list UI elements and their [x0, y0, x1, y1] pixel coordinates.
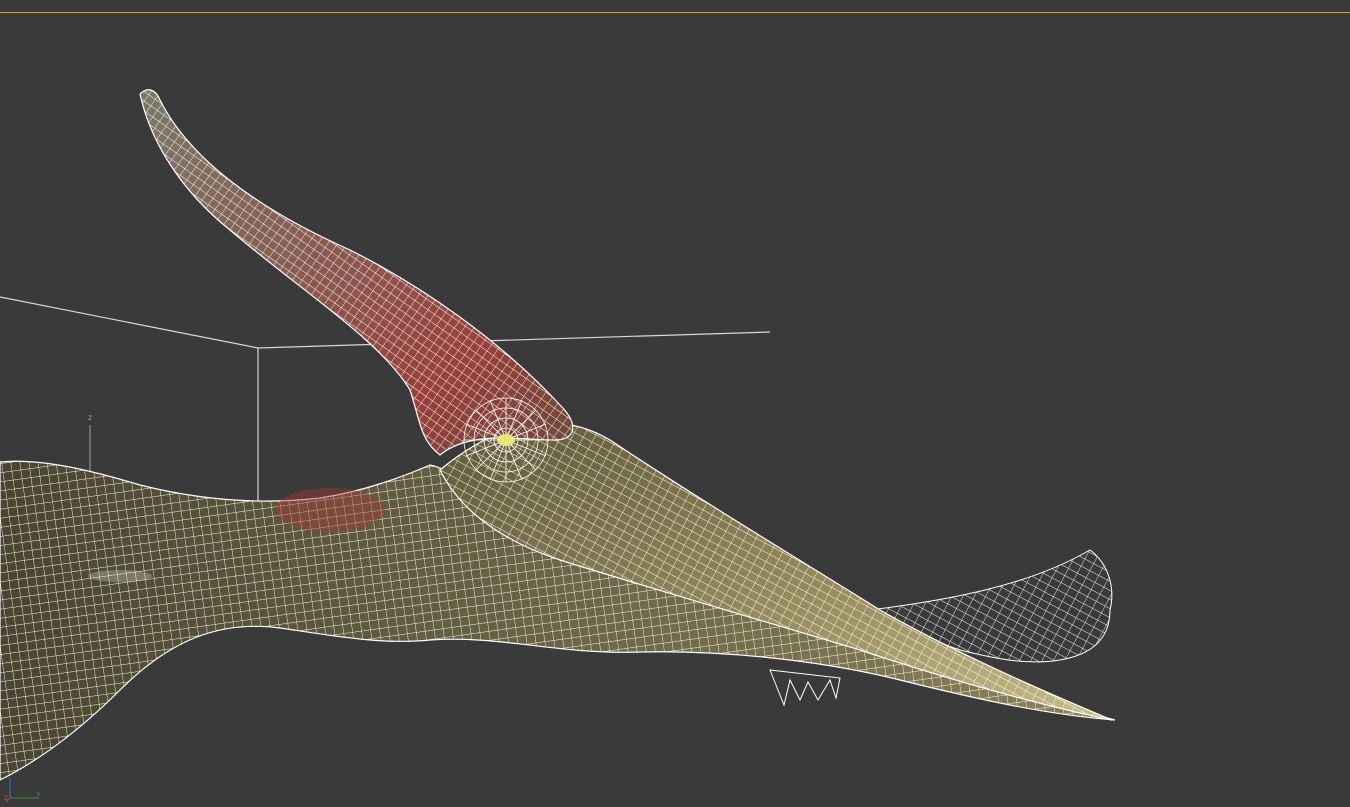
view-axis-tripod: z y: [4, 776, 44, 804]
gizmo-z-label: z: [88, 413, 93, 422]
selected-vertex-icon[interactable]: [497, 434, 515, 446]
crest-mesh[interactable]: [139, 89, 574, 456]
viewport-scene[interactable]: [0, 0, 1350, 807]
axis-z-label: z: [4, 793, 9, 802]
axis-y-label: y: [36, 789, 41, 798]
3d-viewport[interactable]: z z y: [0, 0, 1350, 807]
